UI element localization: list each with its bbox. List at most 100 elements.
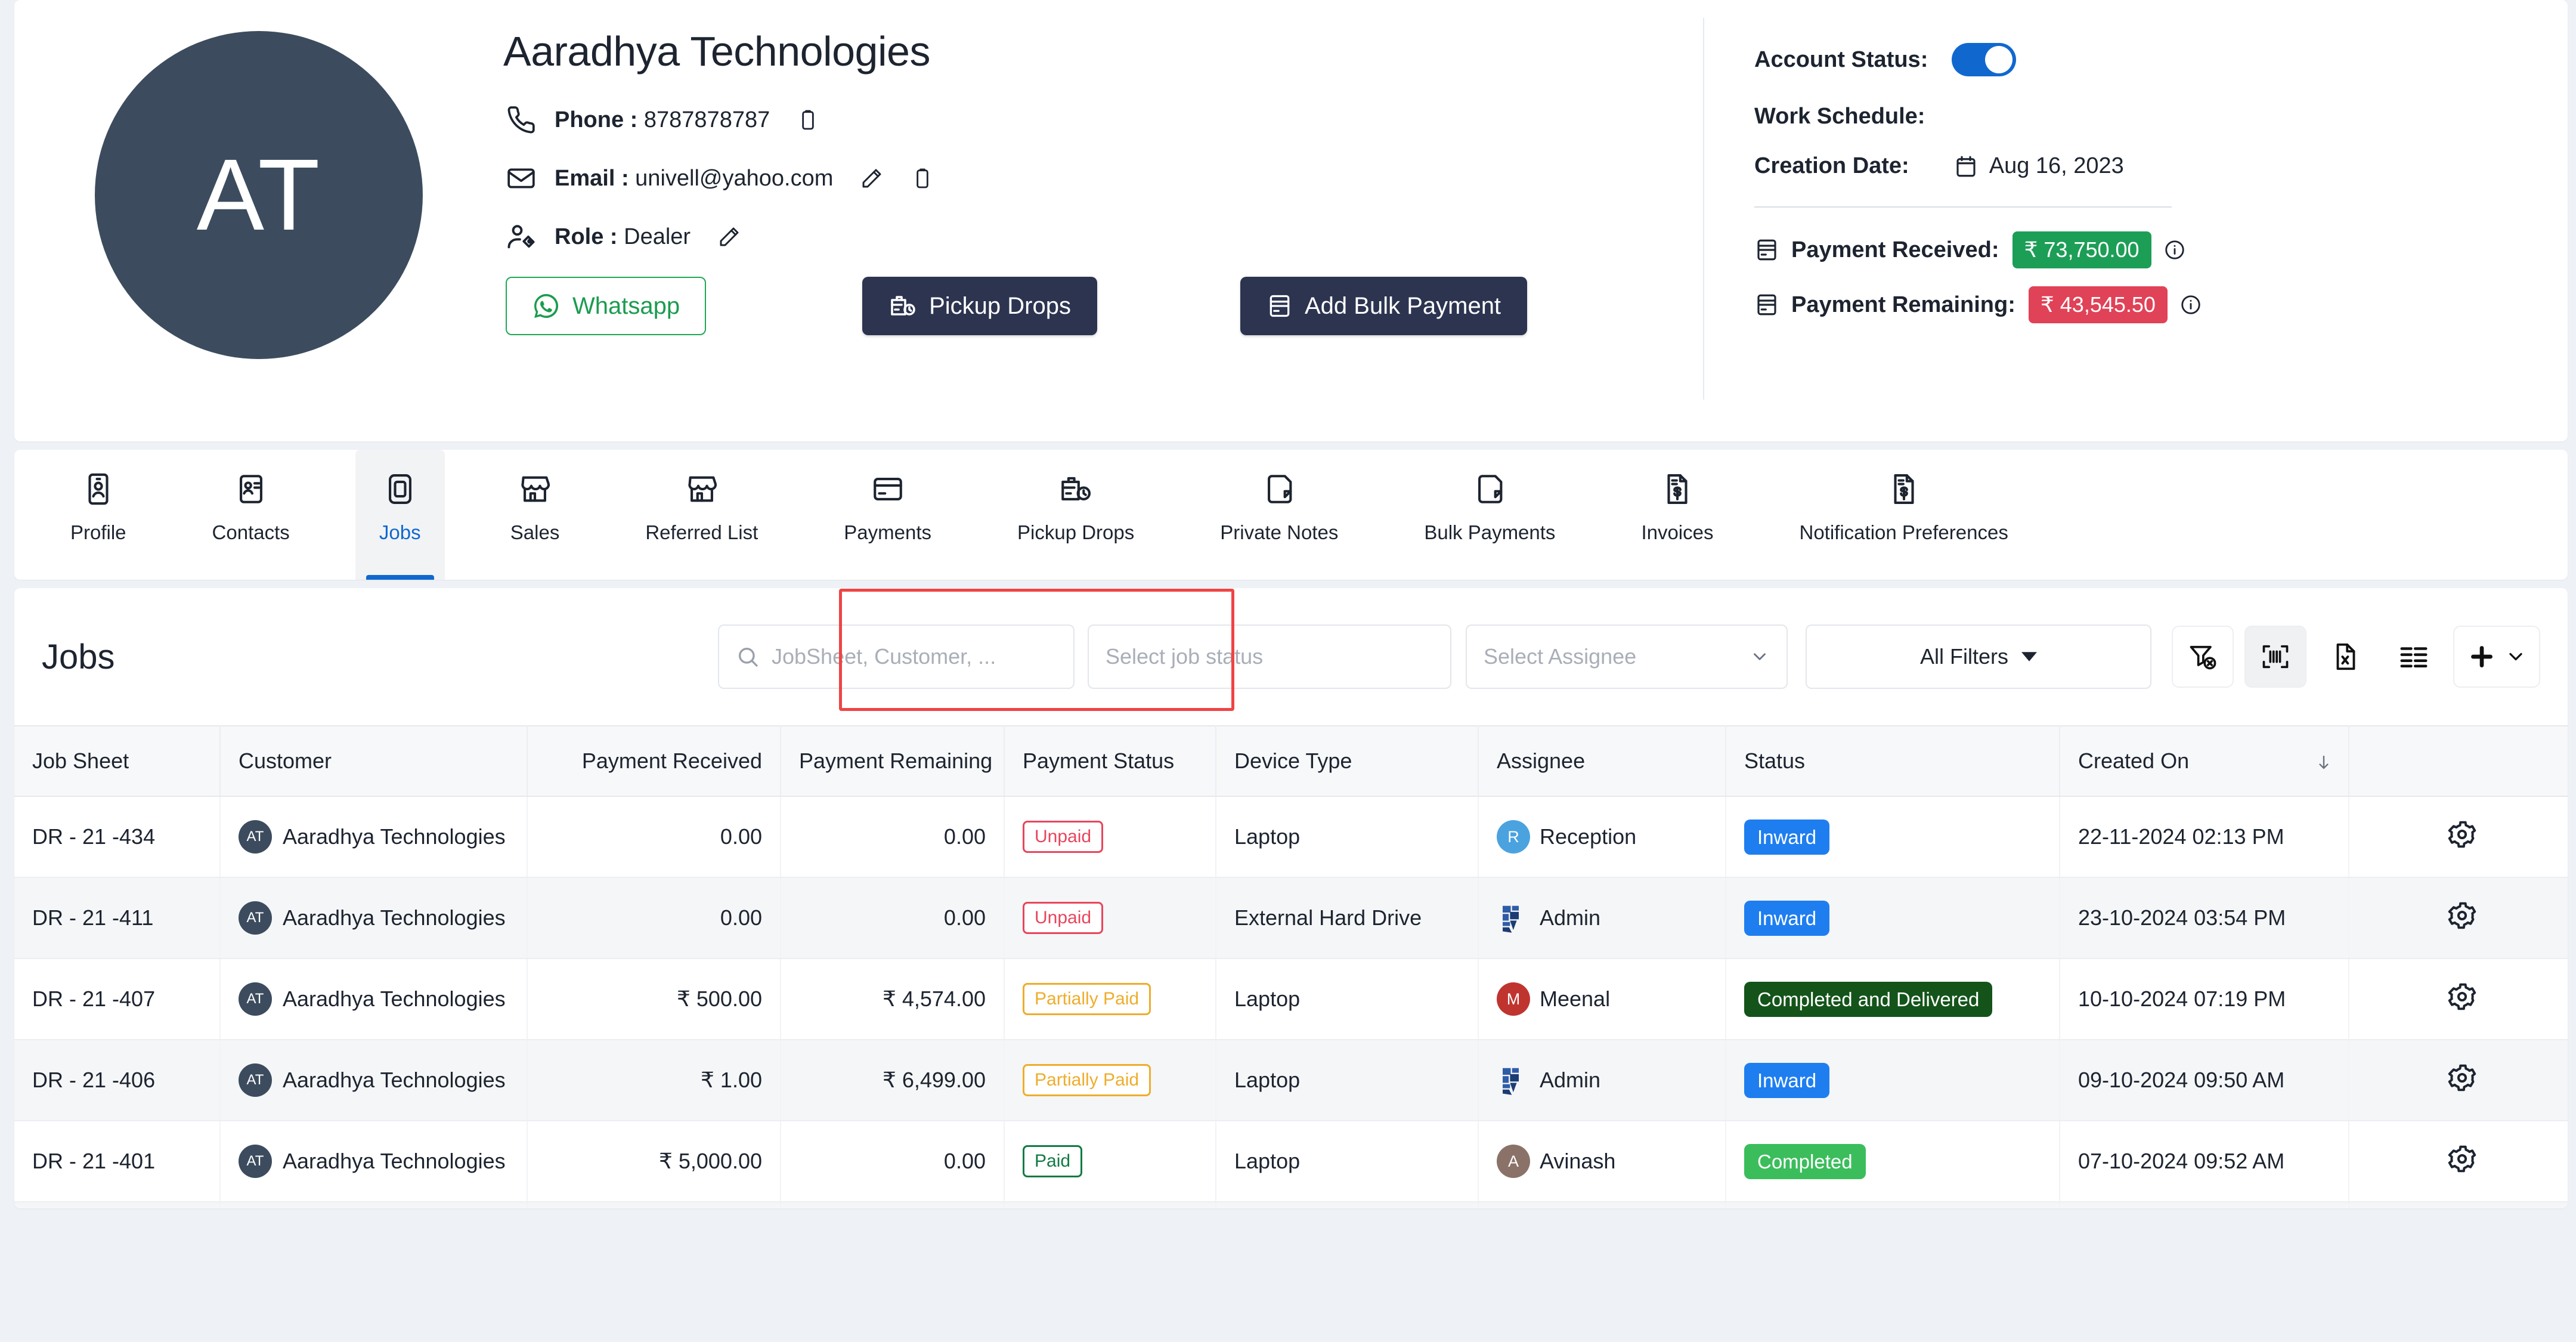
cell-device-type: Laptop: [1216, 1121, 1479, 1202]
add-job-button[interactable]: [2453, 626, 2540, 688]
customer-avatar: AT: [239, 820, 272, 854]
cell-customer: AT Aaradhya Technologies: [220, 958, 528, 1040]
cell-job-sheet: DR - 21 -406: [14, 1040, 221, 1121]
job-sheet-value[interactable]: DR - 21 -434: [32, 824, 155, 849]
payment-status-badge: Paid: [1023, 1145, 1083, 1177]
panel-divider: [1754, 206, 2172, 208]
search-input[interactable]: JobSheet, Customer, ...: [718, 624, 1075, 689]
edit-role-icon[interactable]: [717, 224, 742, 249]
account-status-toggle[interactable]: [1952, 43, 2017, 76]
table-row[interactable]: DR - 21 -406 AT Aaradhya Technologies ₹ 1.0…: [14, 1040, 2568, 1121]
assignee-name: Reception: [1540, 824, 1637, 849]
tab-profile[interactable]: Profile: [50, 450, 147, 580]
status-badge: Completed and Delivered: [1744, 981, 1993, 1017]
list-view-button[interactable]: [2385, 626, 2442, 688]
copy-phone-icon[interactable]: [796, 108, 820, 132]
barcode-scan-button[interactable]: [2244, 626, 2306, 688]
page-title: Aaradhya Technologies: [503, 28, 930, 75]
tab-label: Jobs: [379, 521, 421, 543]
assignee-select[interactable]: Select Assignee: [1466, 624, 1788, 689]
tab-private-notes[interactable]: Private Notes: [1200, 450, 1358, 580]
cell-status: Cancelled: [1726, 1202, 2060, 1208]
all-filters-button[interactable]: All Filters: [1806, 624, 2151, 689]
tab-notification-preferences[interactable]: Notification Preferences: [1779, 450, 2029, 580]
email-text: Email : univell@yahoo.com: [555, 166, 833, 191]
cell-status: Completed and Delivered: [1726, 958, 2060, 1040]
payment-remaining-card-icon: [1754, 292, 1779, 317]
copy-email-icon[interactable]: [911, 166, 934, 190]
gear-icon[interactable]: [2445, 980, 2479, 1013]
column-header-actions[interactable]: [2349, 725, 2568, 797]
created-on-value: 23-10-2024 03:54 PM: [2078, 905, 2286, 930]
tab-payments[interactable]: Payments: [823, 450, 952, 580]
cell-actions: [2349, 1040, 2568, 1121]
column-header-payment-status[interactable]: Payment Status: [1004, 725, 1216, 797]
profile-card: AT Aaradhya Technologies Phone : 8787878…: [14, 0, 2568, 441]
table-row[interactable]: DR - 21 -434 AT Aaradhya Technologies 0.00 0…: [14, 796, 2568, 878]
cell-created-on: 10-10-2024 07:19 PM: [2060, 958, 2349, 1040]
payment-received-value: ₹ 5,000.00: [658, 1149, 762, 1173]
tab-referred-list[interactable]: Referred List: [625, 450, 778, 580]
job-status-select[interactable]: Select job status: [1088, 624, 1451, 689]
cell-payment-received: ₹ 500.00: [527, 958, 781, 1040]
cell-job-sheet: DR - 21 -411: [14, 877, 221, 959]
job-sheet-value[interactable]: DR - 21 -406: [32, 1068, 155, 1092]
clear-filter-button[interactable]: [2172, 626, 2234, 688]
job-sheet-value[interactable]: DR - 21 -401: [32, 1149, 155, 1173]
job-sheet-value[interactable]: DR - 21 -411: [32, 905, 153, 930]
tab-bulk-payments[interactable]: Bulk Payments: [1404, 450, 1575, 580]
clear-filter-icon: [2187, 641, 2218, 672]
account-status-row: Account Status:: [1754, 43, 2568, 76]
gear-icon[interactable]: [2445, 899, 2479, 932]
phone-text: Phone : 8787878787: [555, 107, 770, 133]
payment-remaining-info-icon[interactable]: [2179, 293, 2202, 316]
column-header-job-sheet[interactable]: Job Sheet: [14, 725, 221, 797]
edit-email-icon[interactable]: [859, 166, 884, 191]
device-type-value: Laptop: [1234, 824, 1301, 849]
admin-logo-icon: [1497, 1064, 1530, 1096]
invoice-icon: [1660, 466, 1695, 512]
column-header-payment-received[interactable]: Payment Received: [527, 725, 781, 797]
payment-received-value: ₹ 1.00: [701, 1068, 762, 1092]
table-body: DR - 21 -434 AT Aaradhya Technologies 0.00 0…: [14, 796, 2568, 1208]
payment-status-badge: Unpaid: [1023, 821, 1104, 853]
tab-label: Bulk Payments: [1424, 521, 1556, 543]
column-header-status[interactable]: Status: [1726, 725, 2060, 797]
column-header-payment-remaining[interactable]: Payment Remaining: [781, 725, 1005, 797]
admin-logo-icon: [1497, 902, 1530, 934]
table-row[interactable]: DR - 21 -386ATAaradhya Technologies0.00₹…: [14, 1202, 2568, 1208]
tab-jobs[interactable]: Jobs: [355, 450, 445, 580]
cell-customer: AT Aaradhya Technologies: [220, 1121, 528, 1202]
user-tag-icon: [503, 221, 539, 252]
cell-created-on: 22-11-2024 02:13 PM: [2060, 796, 2349, 878]
gear-icon[interactable]: [2445, 1061, 2479, 1094]
excel-export-button[interactable]: [2317, 626, 2374, 688]
cell-status: Inward: [1726, 796, 2060, 878]
email-row: Email : univell@yahoo.com: [503, 160, 1703, 197]
pickup-drops-button[interactable]: Pickup Drops: [862, 277, 1097, 335]
table-row[interactable]: DR - 21 -407 AT Aaradhya Technologies ₹ 500…: [14, 958, 2568, 1040]
tab-invoices[interactable]: Invoices: [1621, 450, 1733, 580]
column-header-customer[interactable]: Customer: [220, 725, 528, 797]
table-row[interactable]: DR - 21 -401 AT Aaradhya Technologies ₹ 5,0…: [14, 1121, 2568, 1202]
sort-desc-icon[interactable]: [2314, 749, 2334, 774]
add-bulk-payment-button-label: Add Bulk Payment: [1304, 292, 1501, 319]
gear-icon[interactable]: [2445, 1142, 2479, 1176]
add-bulk-payment-button[interactable]: Add Bulk Payment: [1240, 277, 1528, 335]
column-header-device-type[interactable]: Device Type: [1216, 725, 1479, 797]
column-header-created-on[interactable]: Created On: [2060, 725, 2349, 797]
phone-label: Phone :: [555, 107, 638, 132]
cell-device-type: Laptop: [1216, 1040, 1479, 1121]
payment-remaining-value: 0.00: [943, 1149, 986, 1173]
gear-icon[interactable]: [2445, 818, 2479, 851]
tab-contacts[interactable]: Contacts: [192, 450, 310, 580]
column-header-assignee[interactable]: Assignee: [1478, 725, 1726, 797]
tab-sales[interactable]: Sales: [490, 450, 580, 580]
tab-pickup-drops[interactable]: Pickup Drops: [997, 450, 1154, 580]
id-card-icon: [81, 466, 116, 512]
table-row[interactable]: DR - 21 -411 AT Aaradhya Technologies 0.00 0…: [14, 877, 2568, 959]
email-value: univell@yahoo.com: [635, 165, 834, 191]
payment-received-info-icon[interactable]: [2163, 239, 2186, 261]
whatsapp-button[interactable]: Whatsapp: [506, 277, 707, 335]
job-sheet-value[interactable]: DR - 21 -407: [32, 987, 155, 1011]
